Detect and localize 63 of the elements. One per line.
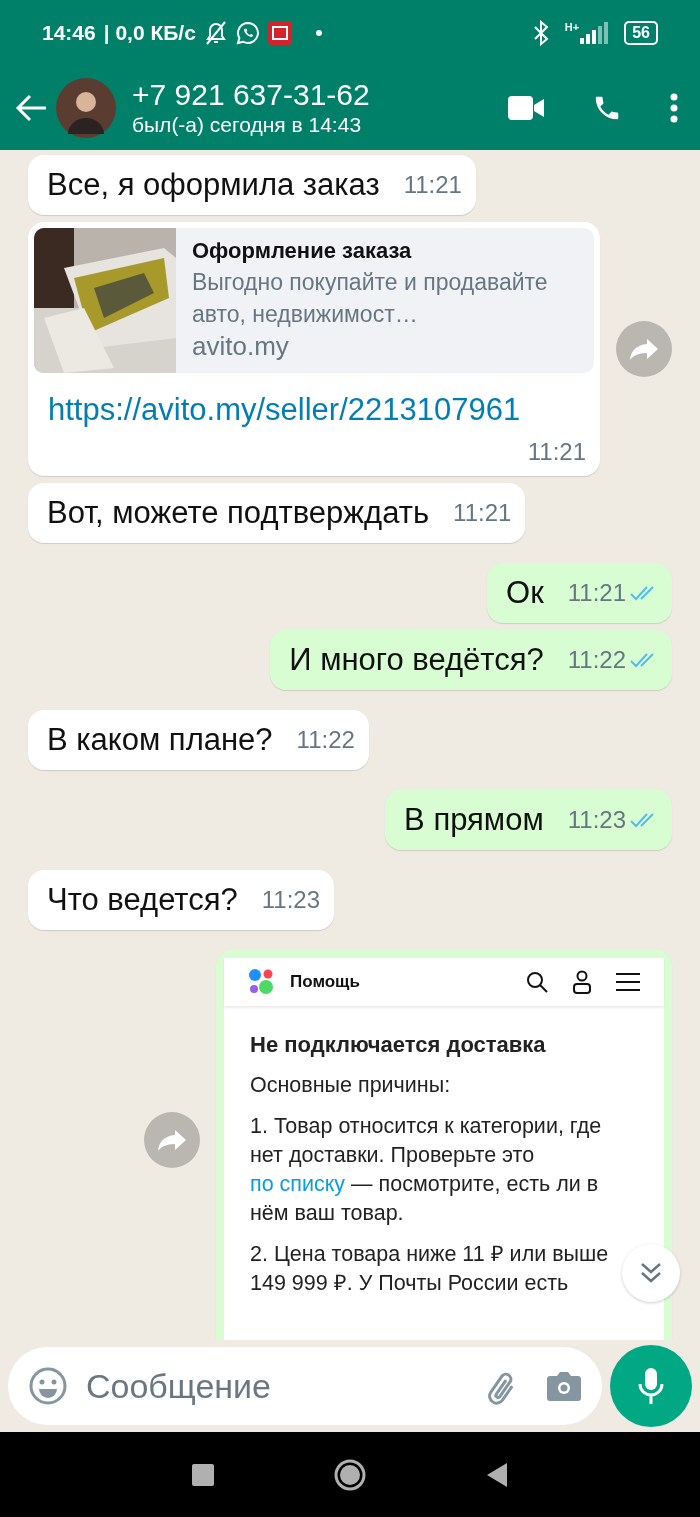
contact-name[interactable]: +7 921 637-31-62 (132, 77, 508, 112)
avatar[interactable] (56, 77, 116, 138)
message-time: 11:22 (567, 644, 626, 675)
article-text: Основные причины: (250, 1071, 452, 1099)
message-text: В прямом (404, 800, 544, 839)
message-time: 11:21 (403, 170, 462, 200)
home-button[interactable] (334, 1458, 366, 1491)
muted-bell-icon (203, 19, 228, 46)
message-bubble[interactable]: Что ведется? 11:23 (28, 869, 334, 930)
link-domain: avito.my (192, 330, 290, 362)
message-text: В каком плане? (47, 720, 273, 759)
message-bubble[interactable]: Все, я оформила заказ 11:21 (28, 155, 476, 215)
article-text: 1. Товар относится к категории, где нет доставки. Проверьте это по списку — посмотрите, есть ли в нём ваш товар. (250, 1112, 603, 1227)
message-bubble[interactable]: И много ведётся? 11:22 (270, 629, 672, 690)
menu-button[interactable] (670, 92, 678, 123)
message-time: 11:22 (296, 724, 355, 755)
bluetooth-icon (532, 19, 549, 46)
message-bubble[interactable]: В прямом 11:23 (385, 789, 672, 850)
last-seen: был(-а) сегодня в 14:43 (132, 111, 363, 138)
message-time: 11:21 (527, 436, 586, 467)
dot-icon (315, 29, 322, 36)
link-description: Выгодно покупайте и продавайте авто, недвижимост… (192, 268, 549, 329)
data-speed: | 0,0 КБ/с (103, 19, 196, 46)
message-bubble[interactable]: Ок 11:21 (487, 562, 672, 623)
message-time: 11:23 (261, 884, 320, 915)
link-title: Оформление заказа (192, 237, 413, 265)
recents-button[interactable] (192, 1463, 214, 1486)
share-arrow-icon (629, 336, 659, 361)
link-preview[interactable]: Оформление заказа Выгодно покупайте и продавайте авто, недвижимост… avito.my (34, 228, 594, 373)
article-text: 2. Цена товара ниже 11 ₽ или выше 149 999 ₽. У Почты России есть (250, 1240, 610, 1297)
logo-icon (248, 967, 274, 996)
search-icon (526, 970, 548, 993)
app-icon (267, 20, 292, 45)
message-bubble[interactable]: В каком плане? 11:22 (28, 709, 369, 770)
message-text: Ок (506, 573, 544, 612)
network-type: H+ (564, 21, 580, 33)
message-text: Все, я оформила заказ (47, 166, 380, 204)
signal-icon (580, 21, 609, 44)
double-chevron-icon (640, 1261, 662, 1285)
microphone-icon (638, 1367, 664, 1405)
message-text: И много ведётся? (289, 640, 544, 679)
article-heading: Не подключается доставка (250, 1030, 547, 1059)
link-url[interactable]: https://avito.my/seller/2213107961 (34, 373, 594, 434)
menu-icon (616, 971, 640, 992)
site-title: Помощь (290, 970, 361, 993)
chat-bubble-icon (235, 20, 260, 45)
message-bubble[interactable]: Оформление заказа Выгодно покупайте и продавайте авто, недвижимост… avito.my https://avito.my/seller/2213107961 11:21 (28, 222, 600, 476)
message-text: Что ведется? (47, 880, 238, 919)
message-time: 11:23 (567, 804, 626, 835)
battery-icon: 56 (624, 20, 658, 45)
back-nav-button[interactable] (486, 1461, 508, 1488)
message-time: 11:21 (567, 577, 626, 608)
message-field[interactable]: Сообщение (8, 1347, 602, 1425)
back-button[interactable] (14, 92, 48, 123)
message-text: Вот, можете подтверждать (47, 493, 430, 532)
camera-icon[interactable] (546, 1370, 582, 1402)
share-arrow-icon (157, 1127, 187, 1152)
video-call-button[interactable] (508, 95, 544, 120)
message-time: 11:21 (453, 497, 512, 528)
user-icon (572, 969, 592, 994)
emoji-icon[interactable] (28, 1366, 68, 1406)
message-bubble[interactable]: Вот, можете подтверждать 11:21 (28, 482, 526, 543)
clock: 14:46 (42, 19, 96, 46)
